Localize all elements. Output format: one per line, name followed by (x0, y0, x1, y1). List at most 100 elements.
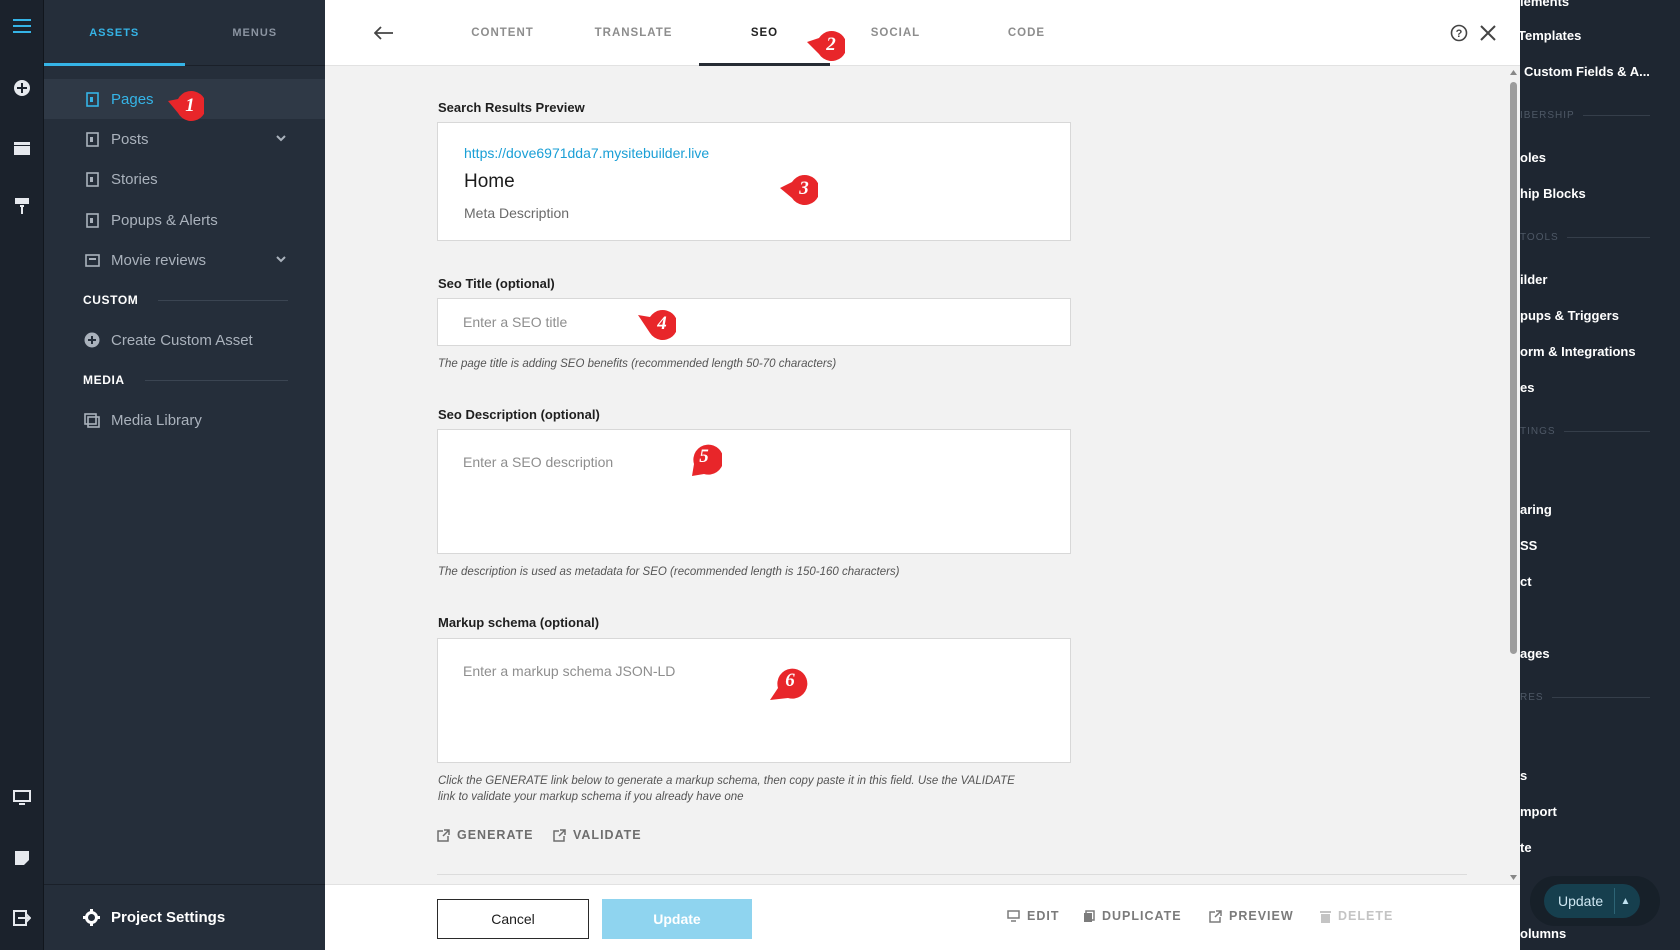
right-update-label: Update (1558, 893, 1604, 909)
search-preview-label: Search Results Preview (438, 100, 585, 115)
right-panel-item[interactable]: oles (1520, 150, 1680, 165)
external-link-icon (1209, 909, 1222, 923)
right-panel-item[interactable]: hip Blocks (1520, 186, 1680, 201)
sidebar-item-label: Pages (111, 90, 154, 108)
preview-button[interactable]: PREVIEW (1209, 909, 1294, 923)
help-icon[interactable]: ? (1448, 22, 1470, 44)
sidebar-item-label: Media Library (111, 411, 202, 429)
modal-tabs-bar: CONTENT TRANSLATE SEO SOCIAL CODE ? (325, 0, 1520, 66)
assets-panel: ASSETS MENUS Pages Posts Stories Popups … (44, 0, 325, 950)
sidebar-item-popups-alerts[interactable]: Popups & Alerts (44, 200, 325, 240)
markup-schema-input[interactable] (437, 638, 1071, 763)
section-media: MEDIA (83, 370, 288, 390)
back-arrow-icon[interactable] (371, 20, 397, 46)
right-panel-item[interactable]: olumns (1520, 926, 1680, 941)
scrollbar-thumb[interactable] (1510, 82, 1517, 654)
create-custom-asset-button[interactable]: Create Custom Asset (44, 320, 325, 360)
markup-schema-hint: Click the GENERATE link below to generat… (438, 773, 1078, 805)
right-panel-item[interactable]: pups & Triggers (1520, 308, 1680, 323)
right-panel-item[interactable]: es (1520, 380, 1680, 395)
exit-icon[interactable] (8, 904, 36, 932)
right-panel-item[interactable]: aring (1520, 502, 1680, 517)
divider (1566, 237, 1650, 238)
annotation-marker-6: 6 (768, 664, 808, 702)
right-panel-item[interactable]: orm & Integrations (1520, 344, 1680, 359)
copy-icon (1083, 909, 1095, 923)
cancel-button[interactable]: Cancel (437, 899, 589, 939)
right-panel-item[interactable]: ilder (1520, 272, 1680, 287)
seo-description-hint: The description is used as metadata for … (438, 566, 900, 578)
annotation-marker-2: 2 (805, 26, 845, 64)
right-sidebar-panel: lements Templates Custom Fields & A... I… (1520, 0, 1680, 950)
scroll-down-arrow-icon[interactable] (1510, 875, 1517, 881)
preview-url: https://dove6971dda7.mysitebuilder.live (464, 145, 710, 161)
markup-schema-hint-line-1: Click the GENERATE link below to generat… (438, 775, 1015, 787)
page-icon (83, 90, 101, 108)
sticky-note-icon[interactable] (8, 844, 36, 872)
validate-label: VALIDATE (573, 828, 642, 842)
duplicate-button[interactable]: DUPLICATE (1083, 909, 1182, 923)
section-title: MEDIA (83, 373, 125, 387)
annotation-number: 6 (785, 670, 795, 691)
sidebar-item-posts[interactable]: Posts (44, 119, 325, 159)
sidebar-item-movie-reviews[interactable]: Movie reviews (44, 240, 325, 280)
delete-button[interactable]: DELETE (1320, 909, 1393, 923)
right-panel-section: TINGS (1520, 426, 1650, 437)
right-panel-item[interactable]: SS (1520, 538, 1680, 553)
add-icon[interactable] (8, 74, 36, 102)
annotation-marker-4: 4 (636, 305, 676, 343)
update-button-container: Update ▲ (1530, 876, 1660, 926)
right-panel-item[interactable]: Custom Fields & A... (1524, 64, 1680, 79)
right-panel-item[interactable]: Templates (1520, 28, 1678, 43)
scrollbar[interactable] (1507, 66, 1520, 884)
update-button[interactable]: Update (602, 899, 752, 939)
seo-description-input[interactable] (437, 429, 1071, 554)
right-panel-item[interactable]: lements (1520, 0, 1680, 9)
validate-link[interactable]: VALIDATE (553, 826, 642, 844)
seo-title-input[interactable] (437, 298, 1071, 346)
gear-icon (83, 909, 101, 927)
right-panel-item[interactable]: mport (1520, 804, 1680, 819)
chevron-up-icon[interactable]: ▲ (1614, 888, 1636, 914)
right-panel-item[interactable]: ages (1520, 646, 1680, 661)
page-icon (83, 130, 101, 148)
divider (144, 379, 288, 381)
annotation-number: 5 (699, 446, 709, 467)
divider (1563, 431, 1650, 432)
trash-icon (1320, 910, 1331, 923)
right-panel-item[interactable]: s (1520, 768, 1680, 783)
edit-button[interactable]: EDIT (1007, 909, 1059, 923)
right-update-button[interactable]: Update ▲ (1544, 884, 1640, 918)
project-settings-button[interactable]: Project Settings (44, 884, 325, 950)
right-panel-item[interactable]: ct (1520, 574, 1680, 589)
scroll-up-arrow-icon[interactable] (1510, 69, 1517, 75)
annotation-number: 4 (657, 313, 667, 334)
chevron-down-icon[interactable] (275, 131, 287, 148)
paint-roller-icon[interactable] (8, 192, 36, 220)
tab-code[interactable]: CODE (961, 0, 1092, 66)
right-panel-item[interactable]: te (1520, 840, 1680, 855)
folder-icon[interactable] (8, 134, 36, 162)
section-title: RES (1520, 692, 1544, 703)
preview-label: PREVIEW (1229, 909, 1294, 923)
divider (437, 874, 1467, 875)
create-custom-asset-label: Create Custom Asset (111, 331, 253, 349)
annotation-marker-1: 1 (164, 87, 204, 125)
markup-schema-label: Markup schema (optional) (438, 615, 600, 630)
page-icon (83, 170, 101, 188)
generate-link[interactable]: GENERATE (437, 826, 534, 844)
annotation-number: 2 (826, 34, 836, 55)
section-custom: CUSTOM (83, 290, 288, 310)
tab-translate[interactable]: TRANSLATE (568, 0, 699, 66)
sidebar-item-label: Popups & Alerts (111, 211, 218, 229)
hamburger-menu-icon[interactable] (8, 12, 36, 40)
chevron-down-icon[interactable] (275, 252, 287, 269)
close-icon[interactable] (1476, 21, 1500, 45)
tab-content[interactable]: CONTENT (437, 0, 568, 66)
seo-title-label: Seo Title (optional) (438, 276, 555, 291)
tab-menus[interactable]: MENUS (185, 0, 326, 65)
tab-assets[interactable]: ASSETS (44, 0, 185, 65)
sidebar-item-media-library[interactable]: Media Library (44, 400, 325, 440)
sidebar-item-stories[interactable]: Stories (44, 159, 325, 199)
desktop-icon[interactable] (8, 784, 36, 812)
